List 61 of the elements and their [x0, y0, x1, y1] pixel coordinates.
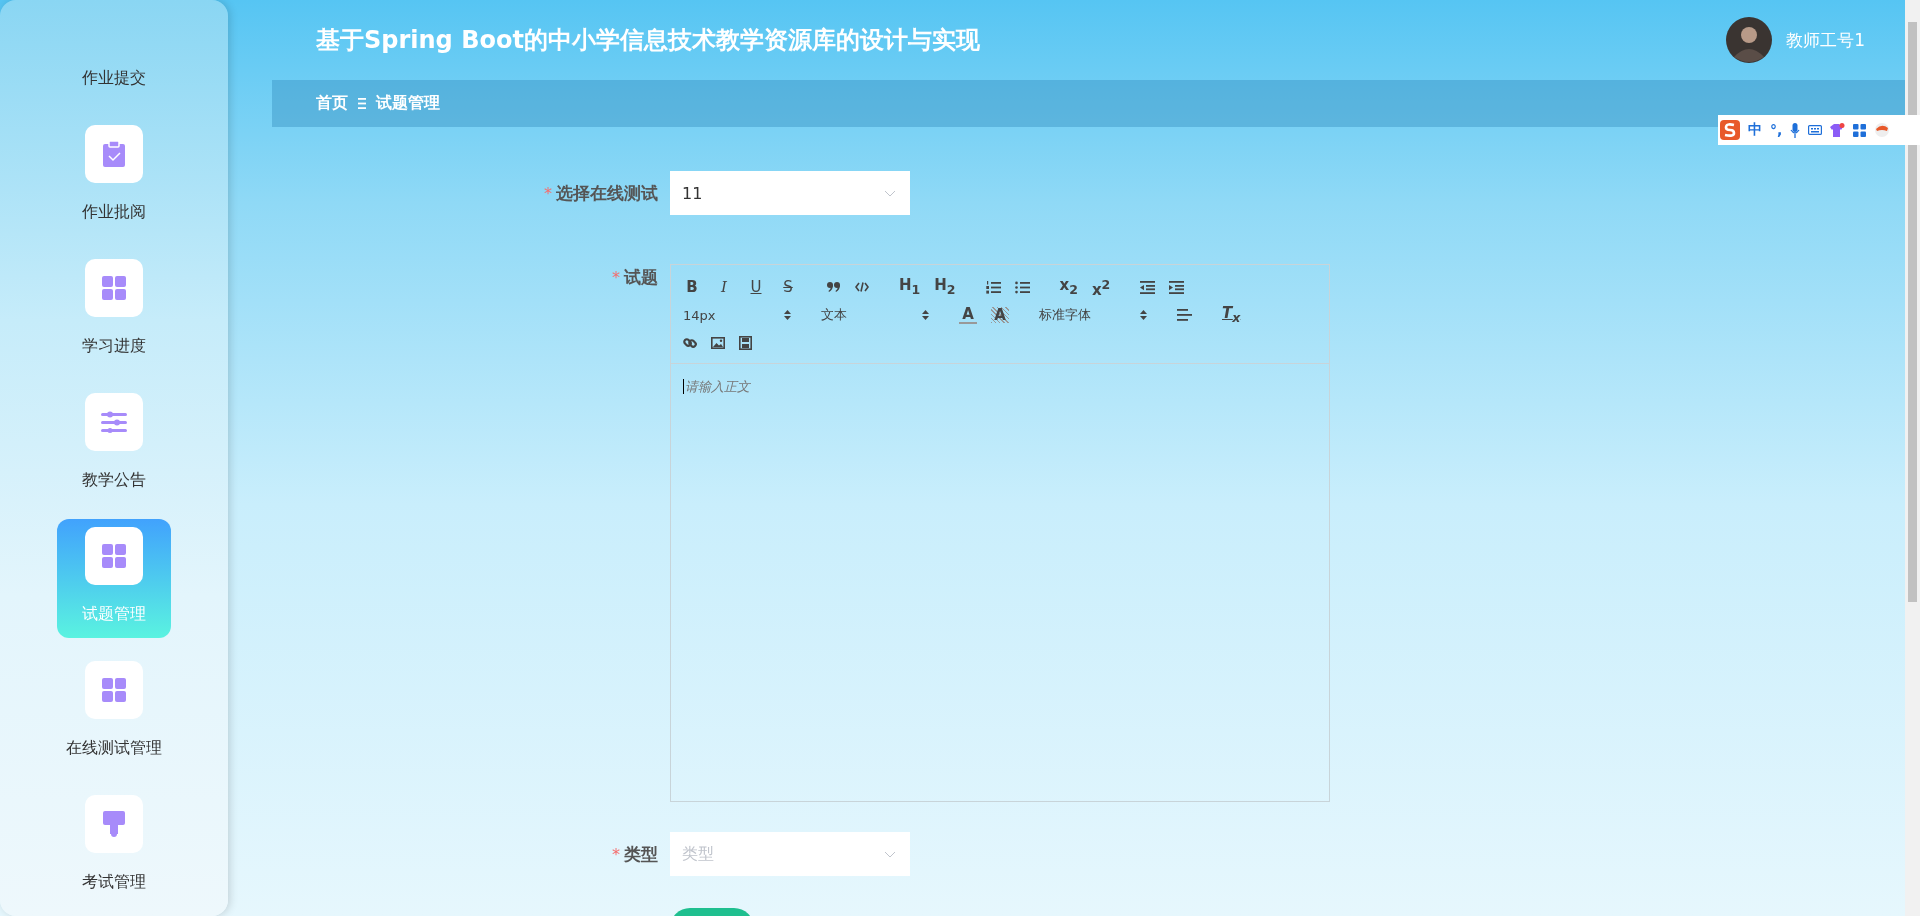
format-button[interactable]: T$_{x}$ — [1222, 302, 1241, 328]
format-button[interactable]: x$_{2}$ — [1059, 274, 1078, 300]
brush-icon — [103, 811, 125, 837]
sort-arrows-icon — [1140, 310, 1147, 320]
align-left-icon[interactable] — [1177, 309, 1192, 321]
quote-icon[interactable] — [827, 282, 841, 292]
nav-item[interactable]: 学习进度 — [57, 251, 171, 370]
keyboard-icon[interactable] — [1808, 125, 1823, 135]
app-title: 基于Spring Boot的中小学信息技术教学资源库的设计与实现 — [316, 25, 980, 56]
format-button[interactable]: H$_{1}$ — [899, 274, 921, 300]
sliders-icon — [101, 411, 127, 433]
sort-arrows-icon — [922, 310, 929, 320]
numbered-list-icon[interactable] — [985, 280, 1001, 294]
format-button[interactable]: B — [683, 277, 701, 297]
nav-item[interactable]: 作业提交 — [57, 60, 171, 102]
outdent-icon[interactable] — [1140, 280, 1156, 294]
format-button[interactable]: H$_{2}$ — [934, 274, 956, 300]
ime-mode[interactable]: 中 — [1748, 121, 1762, 139]
toolbar-dropdown[interactable]: 标准字体 — [1039, 306, 1147, 324]
toolbar-dropdown[interactable]: 14px — [683, 307, 791, 323]
sort-arrows-icon — [784, 310, 791, 320]
chevron-down-icon — [884, 189, 896, 197]
nav-item[interactable]: 在线测试管理 — [57, 653, 171, 772]
code-icon[interactable] — [855, 282, 869, 292]
bullet-list-icon[interactable] — [1014, 280, 1030, 294]
film-icon[interactable] — [739, 336, 752, 350]
field-label: 试题 — [624, 266, 658, 289]
chevron-down-icon — [884, 850, 896, 858]
mascot-icon[interactable] — [1874, 123, 1891, 137]
shirt-icon[interactable] — [1830, 122, 1846, 138]
format-button[interactable]: S — [779, 277, 797, 297]
required-mark: * — [544, 183, 552, 203]
editor-placeholder[interactable]: 请输入正文 — [683, 379, 750, 394]
format-button[interactable]: U — [747, 277, 765, 297]
link-icon[interactable] — [683, 336, 697, 350]
ime-mode[interactable]: °, — [1770, 122, 1783, 138]
separator-icon — [358, 98, 366, 109]
ime-logo-icon[interactable] — [1720, 120, 1740, 140]
scrollbar[interactable] — [1905, 0, 1920, 916]
format-button[interactable]: x$^{2}$ — [1091, 274, 1111, 300]
field-label: 类型 — [624, 842, 658, 866]
test-select[interactable]: 11 — [670, 171, 910, 215]
toolbar-dropdown[interactable]: 文本 — [821, 306, 929, 324]
grid-icon — [102, 276, 126, 300]
clipboard-icon — [103, 141, 125, 167]
background-color-button[interactable]: A — [991, 307, 1009, 323]
font-color-button[interactable]: A — [959, 306, 977, 324]
grid-icon — [102, 544, 126, 568]
nav-item[interactable]: 作业批阅 — [57, 117, 171, 236]
nav-item[interactable]: 考试管理 — [57, 787, 171, 906]
microphone-icon[interactable] — [1790, 122, 1801, 138]
avatar[interactable] — [1726, 17, 1773, 63]
required-mark: * — [612, 844, 620, 864]
grid-icon — [102, 678, 126, 702]
image-icon[interactable] — [711, 337, 725, 349]
apps-icon[interactable] — [1853, 123, 1867, 137]
format-button[interactable]: I — [715, 277, 733, 297]
field-label: 选择在线测试 — [556, 181, 658, 205]
indent-icon[interactable] — [1169, 280, 1185, 294]
nav-item[interactable]: 教学公告 — [57, 385, 171, 504]
required-mark: * — [612, 268, 620, 287]
